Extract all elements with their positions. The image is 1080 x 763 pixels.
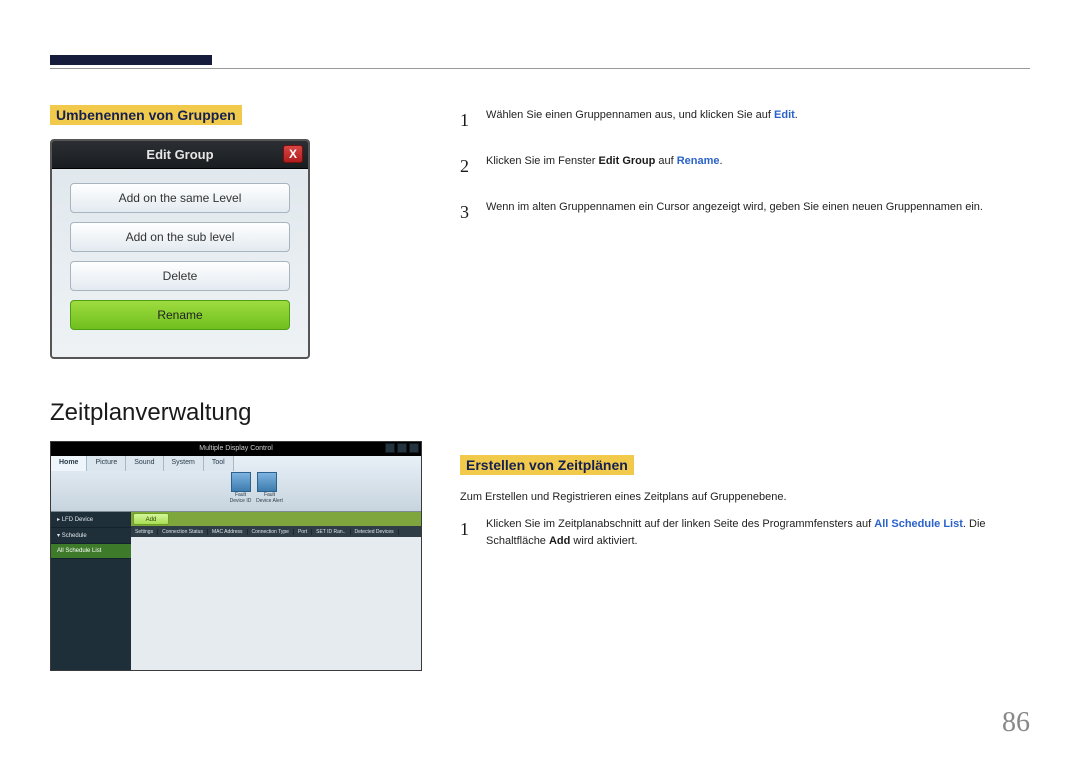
minimize-icon xyxy=(385,443,395,453)
step-text: Klicken Sie im Fenster Edit Group auf Re… xyxy=(486,153,723,181)
heading-create-schedules: Erstellen von Zeitplänen xyxy=(460,455,634,475)
tab-sound: Sound xyxy=(126,456,163,471)
fault-alert-label: Fault Device Alert xyxy=(256,492,283,504)
edit-group-dialog: Edit Group X Add on the same Level Add o… xyxy=(50,139,310,359)
create-step-1: 1 Klicken Sie im Zeitplanabschnitt auf d… xyxy=(460,516,1030,550)
tab-system: System xyxy=(164,456,204,471)
page-number: 86 xyxy=(1002,707,1030,739)
create-schedule-desc: Zum Erstellen und Registrieren eines Zei… xyxy=(460,489,1030,506)
close-window-icon xyxy=(409,443,419,453)
heading-rename-groups: Umbenennen von Gruppen xyxy=(50,105,242,125)
step-text: Klicken Sie im Zeitplanabschnitt auf der… xyxy=(486,516,1030,550)
fault-device-alert-icon xyxy=(257,472,277,492)
maximize-icon xyxy=(397,443,407,453)
rename-step-1: 1 Wählen Sie einen Gruppennamen aus, und… xyxy=(460,107,1030,135)
mdc-tabs: Home Picture Sound System Tool xyxy=(51,456,234,471)
step-text: Wenn im alten Gruppennamen ein Cursor an… xyxy=(486,199,983,227)
sidebar-schedule: ▾ Schedule xyxy=(51,528,131,544)
dialog-title-text: Edit Group xyxy=(146,147,213,162)
rename-step-2: 2 Klicken Sie im Fenster Edit Group auf … xyxy=(460,153,1030,181)
mdc-screenshot: Multiple Display Control Home Picture So… xyxy=(50,441,422,671)
header-rule xyxy=(50,68,1030,69)
sidebar-all-schedule-list: All Schedule List xyxy=(51,544,131,559)
heading-schedule-management: Zeitplanverwaltung xyxy=(50,399,420,427)
option-delete[interactable]: Delete xyxy=(70,261,290,291)
option-add-same-level[interactable]: Add on the same Level xyxy=(70,183,290,213)
step-number: 1 xyxy=(460,107,474,135)
step-number: 1 xyxy=(460,516,474,550)
header-accent-bar xyxy=(50,55,212,65)
mdc-sidebar: ▸ LFD Device ▾ Schedule All Schedule Lis… xyxy=(51,512,131,670)
step-number: 2 xyxy=(460,153,474,181)
mdc-titlebar: Multiple Display Control xyxy=(51,442,421,456)
fault-device-id-icon xyxy=(231,472,251,492)
step-text: Wählen Sie einen Gruppennamen aus, und k… xyxy=(486,107,798,135)
tab-tool: Tool xyxy=(204,456,234,471)
fault-id-label: Fault Device ID xyxy=(227,492,254,504)
option-add-sub-level[interactable]: Add on the sub level xyxy=(70,222,290,252)
tab-home: Home xyxy=(51,456,87,471)
mdc-table-header: Settings Connection Status MAC Address C… xyxy=(131,526,421,537)
mdc-toolbar: Add xyxy=(131,512,421,526)
dialog-titlebar: Edit Group X xyxy=(52,141,308,169)
tab-picture: Picture xyxy=(87,456,126,471)
close-icon[interactable]: X xyxy=(283,145,303,163)
mdc-title: Multiple Display Control xyxy=(199,445,273,452)
option-rename[interactable]: Rename xyxy=(70,300,290,330)
rename-step-3: 3 Wenn im alten Gruppennamen ein Cursor … xyxy=(460,199,1030,227)
step-number: 3 xyxy=(460,199,474,227)
add-button: Add xyxy=(133,513,169,525)
sidebar-lfd-device: ▸ LFD Device xyxy=(51,512,131,528)
